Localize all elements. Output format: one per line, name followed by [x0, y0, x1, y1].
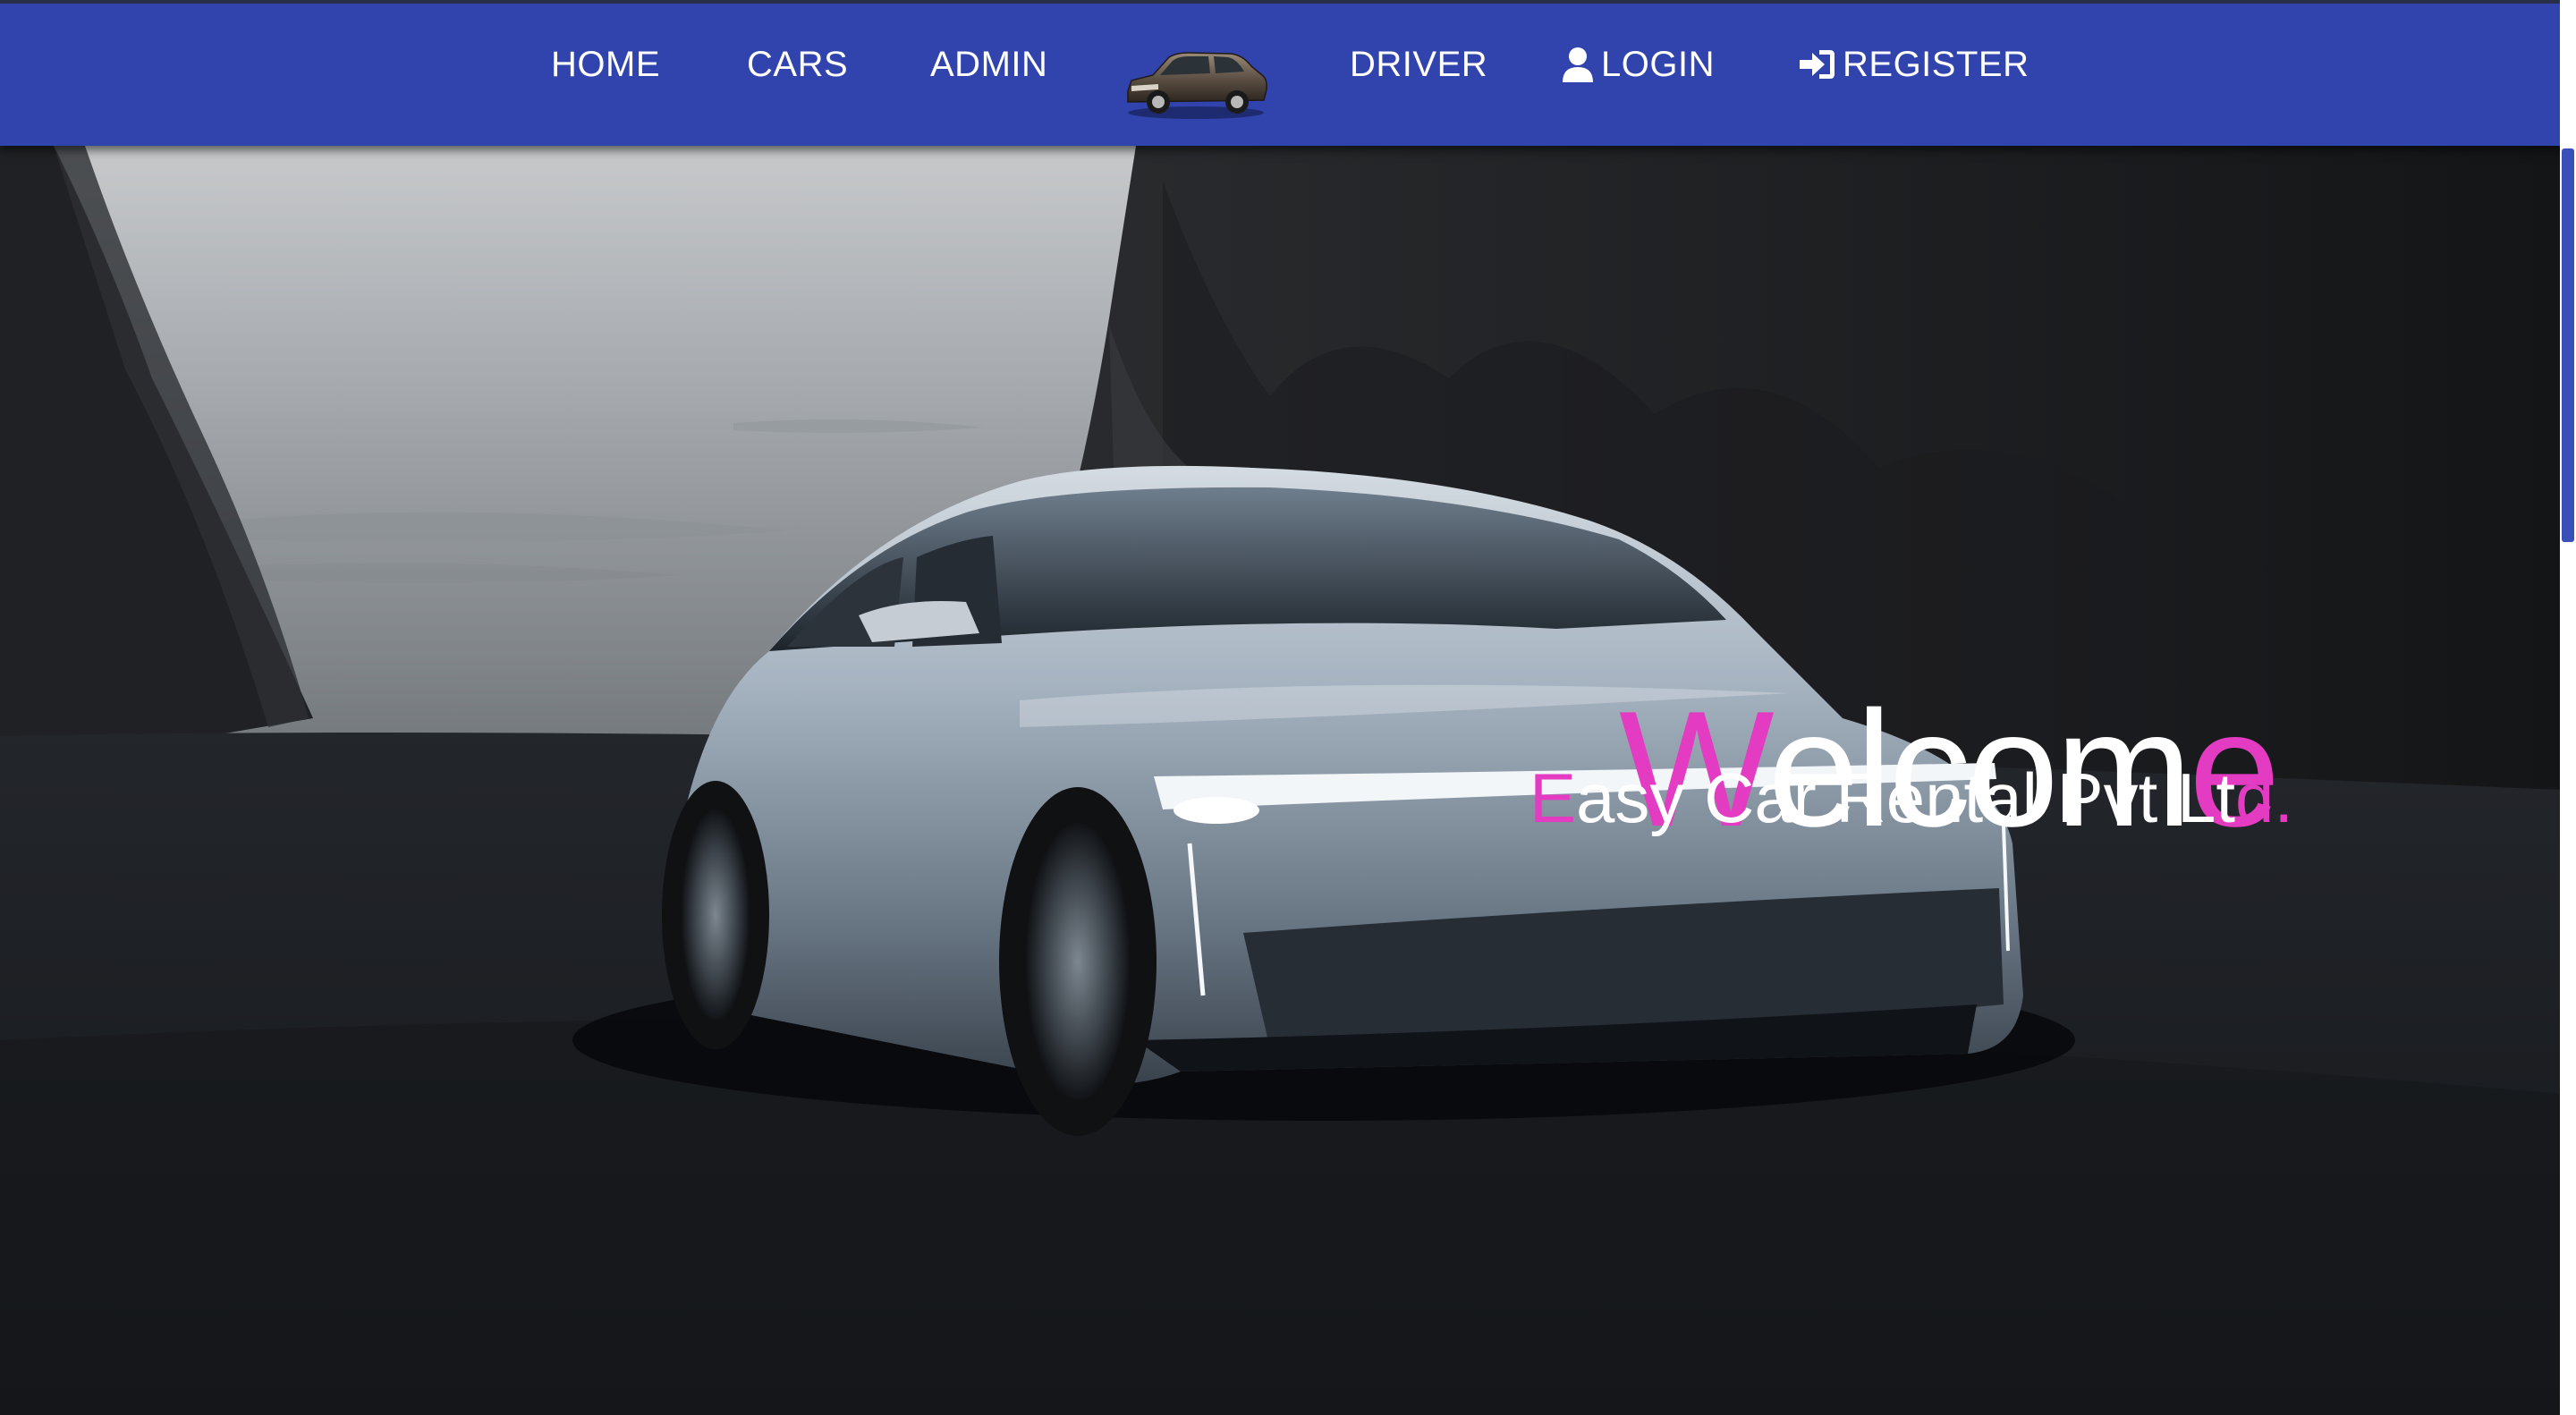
company-tagline: Easy Car Rental Pvt Ltd.: [1530, 755, 2293, 841]
nav-login-link[interactable]: LOGIN: [1562, 38, 1715, 91]
nav-register-label: REGISTER: [1843, 45, 2029, 84]
nav-login-label: LOGIN: [1601, 45, 1715, 84]
nav-register-link[interactable]: REGISTER: [1800, 38, 2029, 91]
nav-driver-link[interactable]: DRIVER: [1350, 38, 1487, 91]
nav-cars-link[interactable]: CARS: [747, 38, 848, 91]
page: HOME CARS ADMIN DRIVER LOGIN REGISTER We…: [0, 0, 2576, 1415]
hero-section: Welcome Easy Car Rental Pvt Ltd.: [0, 146, 2560, 1415]
sign-in-icon: [1800, 48, 1835, 80]
page-scrollbar[interactable]: [2560, 0, 2576, 1415]
nav-admin-link[interactable]: ADMIN: [930, 38, 1047, 91]
top-navbar: HOME CARS ADMIN DRIVER LOGIN REGISTER: [0, 0, 2576, 146]
tagline-first-letter: E: [1530, 758, 1577, 837]
scrollbar-thumb[interactable]: [2562, 148, 2574, 542]
nav-home-link[interactable]: HOME: [551, 38, 660, 91]
tagline-middle: asy Car Rental Pvt Lt: [1576, 758, 2235, 837]
user-icon: [1562, 47, 1594, 82]
tagline-last: d.: [2235, 758, 2294, 837]
car-logo-icon[interactable]: [1123, 45, 1270, 122]
